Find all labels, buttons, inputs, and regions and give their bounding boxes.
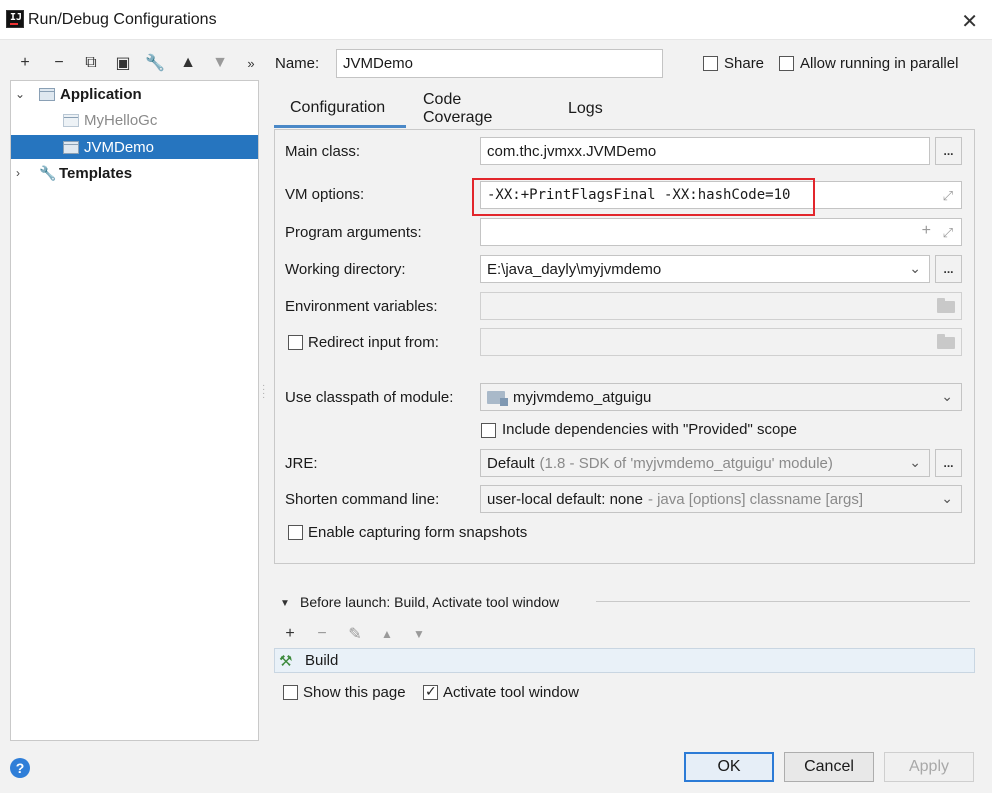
tab-logs[interactable]: Logs <box>552 90 619 128</box>
ok-button[interactable]: OK <box>684 752 774 782</box>
more-icon[interactable]: » <box>240 52 262 74</box>
folder-icon[interactable] <box>937 334 955 349</box>
module-icon <box>487 390 508 406</box>
chevron-down-icon[interactable]: ⌄ <box>15 87 25 101</box>
folder-icon[interactable] <box>937 298 955 313</box>
show-page-checkbox[interactable] <box>283 685 298 700</box>
parallel-checkbox[interactable] <box>779 56 794 71</box>
classpath-module-combo[interactable]: myjvmdemo_atguigu ⌄ <box>480 383 962 411</box>
application-icon <box>39 87 55 101</box>
intellij-app-icon: IJ <box>6 10 24 28</box>
jre-combo[interactable]: Default (1.8 - SDK of 'myjvmdemo_atguigu… <box>480 449 930 477</box>
activate-tool-window-checkbox[interactable] <box>423 683 438 700</box>
before-launch-list[interactable]: ⚒ Build <box>274 648 975 673</box>
include-deps-checkbox[interactable] <box>481 423 496 438</box>
configuration-tree: ⌄ Application MyHelloGc JVMDemo › 🔧 Temp… <box>10 80 259 741</box>
move-up-icon[interactable]: ▲ <box>177 52 199 74</box>
tree-node-application[interactable]: ⌄ Application <box>11 82 258 106</box>
jre-label: JRE: <box>285 455 318 472</box>
program-args-input[interactable]: + ⤢ <box>480 218 962 246</box>
main-class-label: Main class: <box>285 143 361 160</box>
working-dir-label: Working directory: <box>285 261 406 278</box>
edit-pencil-icon[interactable]: ✎ <box>344 623 366 645</box>
window-title: Run/Debug Configurations <box>28 11 217 28</box>
vm-options-input[interactable]: -XX:+PrintFlagsFinal -XX:hashCode=10 ⤢ <box>480 181 962 209</box>
apply-button[interactable]: Apply <box>884 752 974 782</box>
save-icon[interactable]: ▣ <box>112 52 134 74</box>
add-macro-icon[interactable]: + <box>922 222 931 240</box>
tree-node-templates[interactable]: › 🔧 Templates <box>11 161 258 185</box>
application-icon <box>63 113 79 127</box>
name-input[interactable]: JVMDemo <box>336 49 663 78</box>
name-label: Name: <box>275 55 320 72</box>
env-vars-label: Environment variables: <box>285 298 438 315</box>
remove-icon[interactable]: − <box>311 623 333 645</box>
chevron-down-icon[interactable]: ⌄ <box>941 490 953 507</box>
help-icon[interactable]: ? <box>10 758 30 778</box>
redirect-input-label: Redirect input from: <box>308 334 439 351</box>
tree-item-label: MyHelloGc <box>84 111 158 129</box>
add-icon[interactable]: + <box>14 52 36 74</box>
collapse-triangle-icon[interactable]: ▼ <box>280 598 290 609</box>
tree-node-label: Application <box>60 85 142 103</box>
share-checkbox[interactable] <box>703 56 718 71</box>
expand-icon[interactable]: ⤢ <box>943 188 953 204</box>
redirect-input-checkbox[interactable] <box>288 335 303 350</box>
browse-jre-button[interactable]: ... <box>935 449 962 477</box>
before-launch-title: Before launch: Build, Activate tool wind… <box>300 594 560 610</box>
snapshots-label: Enable capturing form snapshots <box>308 524 528 541</box>
close-icon[interactable]: ✕ <box>961 9 978 34</box>
move-down-icon[interactable]: ▼ <box>408 623 430 645</box>
tree-node-label: Templates <box>59 164 133 182</box>
classpath-module-value: myjvmdemo_atguigu <box>513 388 652 406</box>
chevron-down-icon[interactable]: ⌄ <box>909 260 921 277</box>
include-deps-label: Include dependencies with "Provided" sco… <box>502 421 798 438</box>
splitter-handle[interactable]: · · · · <box>262 381 265 403</box>
show-page-label: Show this page <box>303 684 406 701</box>
env-vars-input[interactable] <box>480 292 962 320</box>
parallel-label: Allow running in parallel <box>800 55 959 72</box>
expand-icon[interactable]: ⤢ <box>943 225 953 241</box>
remove-icon[interactable]: − <box>48 52 70 74</box>
separator <box>596 601 970 602</box>
browse-working-dir-button[interactable]: ... <box>935 255 962 283</box>
tab-configuration[interactable]: Configuration <box>274 90 406 128</box>
wrench-icon: 🔧 <box>39 164 57 181</box>
snapshots-checkbox[interactable] <box>288 525 303 540</box>
tree-item-jvmdemo[interactable]: JVMDemo <box>11 135 258 159</box>
chevron-down-icon[interactable]: ⌄ <box>941 388 953 405</box>
title-bar: IJ Run/Debug Configurations ✕ <box>0 0 992 40</box>
cancel-button[interactable]: Cancel <box>784 752 874 782</box>
redirect-input-field[interactable] <box>480 328 962 356</box>
working-dir-combo[interactable]: E:\java_dayly\myjvmdemo ⌄ <box>480 255 930 283</box>
working-dir-value: E:\java_dayly\myjvmdemo <box>487 260 662 278</box>
move-up-icon[interactable]: ▲ <box>376 623 398 645</box>
vm-options-label: VM options: <box>285 186 365 203</box>
share-label: Share <box>724 55 765 72</box>
list-item: Build <box>305 652 339 669</box>
main-class-input[interactable]: com.thc.jvmxx.JVMDemo <box>480 137 930 165</box>
browse-main-class-button[interactable]: ... <box>935 137 962 165</box>
wrench-icon[interactable]: 🔧 <box>144 52 166 74</box>
activate-tool-window-label: Activate tool window <box>443 684 579 701</box>
application-icon <box>63 140 79 154</box>
vm-options-value: -XX:+PrintFlagsFinal -XX:hashCode=10 <box>487 187 791 203</box>
hammer-icon: ⚒ <box>279 652 293 670</box>
shorten-value: user-local default: none <box>487 490 643 508</box>
jre-value: Default <box>487 454 535 472</box>
shorten-label: Shorten command line: <box>285 491 440 508</box>
move-down-icon[interactable]: ▼ <box>209 52 231 74</box>
shorten-detail: - java [options] classname [args] <box>647 490 864 508</box>
tab-code-coverage[interactable]: Code Coverage <box>407 90 508 128</box>
shorten-combo[interactable]: user-local default: none - java [options… <box>480 485 962 513</box>
tree-item-label: JVMDemo <box>84 138 155 156</box>
copy-icon[interactable]: ⧉ <box>80 52 102 74</box>
tree-item-myhellogc[interactable]: MyHelloGc <box>11 108 258 132</box>
jre-detail: (1.8 - SDK of 'myjvmdemo_atguigu' module… <box>539 454 833 472</box>
chevron-right-icon[interactable]: › <box>16 166 20 180</box>
program-args-label: Program arguments: <box>285 224 422 241</box>
add-icon[interactable]: + <box>279 623 301 645</box>
classpath-label: Use classpath of module: <box>285 389 454 406</box>
chevron-down-icon[interactable]: ⌄ <box>909 454 921 471</box>
